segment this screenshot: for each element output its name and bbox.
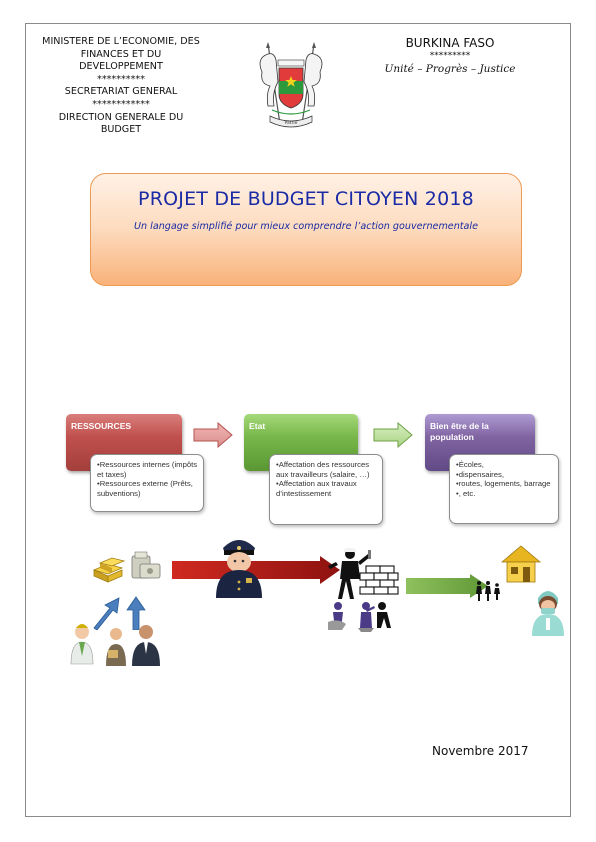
national-motto: Unité – Progrès – Justice [384, 63, 516, 75]
ministry-header: MINISTERE DE L’ECONOMIE, DES FINANCES ET… [32, 36, 210, 137]
title-box: PROJET DE BUDGET CITOYEN 2018 Un langage… [90, 173, 522, 286]
direction-name-line1: DIRECTION GENERALE DU [58, 111, 184, 123]
house-icon [500, 545, 542, 583]
gold-bars-icon [92, 551, 161, 583]
document-title: PROJET DE BUDGET CITOYEN 2018 [138, 188, 474, 210]
document-subtitle: Un langage simplifié pour mieux comprend… [134, 221, 478, 232]
ministry-name-line1: MINISTERE DE L’ECONOMIE, DES [42, 36, 200, 47]
people-group-icon [70, 624, 160, 666]
stage-state-label: Etat [249, 421, 266, 431]
list-item: •Ressources externe (Prêts, subventions) [97, 479, 193, 498]
list-item: •Affectation aux travaux d’intestissemen… [276, 479, 357, 498]
stage-resources-card: •Ressources internes (impôts et taxes) •… [90, 454, 204, 512]
emblem-banner-text: Patrie [285, 120, 298, 126]
stage-wellbeing-label-line: Bien être de la [430, 421, 489, 431]
arrow-right-icon [373, 422, 413, 448]
stage-wellbeing-label: Bien être de la population [430, 421, 489, 443]
list-item: •Ressources internes (impôts et taxes) [97, 460, 198, 479]
direction-name-line2: BUDGET [100, 124, 142, 136]
separator-stars: ************ [92, 98, 150, 110]
family-icon [476, 581, 500, 601]
secretariat-name: SECRETARIAT GENERAL [64, 86, 178, 98]
publication-date: Novembre 2017 [432, 744, 529, 758]
arrow-right-icon [193, 422, 233, 448]
stage-wellbeing-card: •Écoles, •dispensaires, •routes, logemen… [449, 454, 559, 524]
separator-stars: ********* [429, 51, 471, 61]
country-header: BURKINA FASO ********* Unité – Progrès –… [380, 36, 520, 76]
police-officer-icon [216, 540, 262, 598]
list-item: •routes, logements, barrage [456, 479, 551, 489]
ministry-name-line3: DEVELOPPEMENT [79, 61, 163, 73]
list-item: •, etc. [456, 488, 476, 498]
ministry-name-line2: FINANCES ET DU [80, 48, 162, 60]
list-item: •dispensaires, [456, 469, 504, 479]
separator-stars: ********** [97, 73, 145, 85]
list-item: •Affectation des ressources aux travaill… [276, 460, 370, 479]
stage-resources-label: RESSOURCES [71, 421, 132, 431]
nurse-icon [532, 591, 564, 636]
stage-state-card: •Affectation des ressources aux travaill… [269, 454, 383, 525]
list-item: •Écoles, [456, 460, 484, 469]
stage-wellbeing-label-line: population [430, 432, 474, 442]
construction-workers-icon [328, 548, 399, 632]
coat-of-arms-emblem: Patrie [259, 42, 323, 128]
country-name: BURKINA FASO [405, 36, 495, 50]
